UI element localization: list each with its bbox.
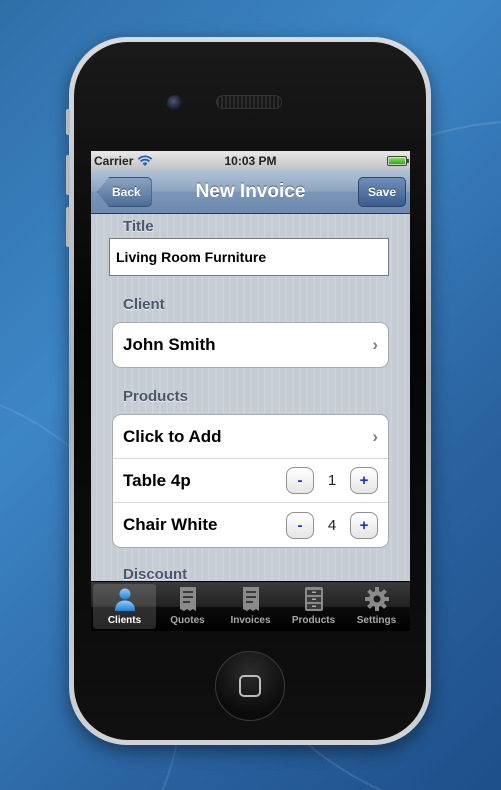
add-product-cell[interactable]: Click to Add › [113,415,388,459]
client-name: John Smith [123,335,216,354]
battery-fill [389,157,405,164]
battery-icon [387,155,409,166]
tab-invoices[interactable]: Invoices [219,584,282,629]
carrier-label: Carrier [94,153,134,168]
title-input[interactable] [109,238,389,276]
gear-icon [362,585,392,613]
cabinet-icon [299,585,329,613]
tab-clients[interactable]: Clients [93,584,156,629]
tab-quotes[interactable]: Quotes [156,584,219,629]
home-button[interactable] [215,651,285,721]
tab-label: Settings [356,615,397,626]
front-camera [167,95,183,111]
wifi-icon [137,154,153,167]
tab-label: Clients [107,615,142,626]
add-product-label: Click to Add [123,426,222,446]
status-bar: Carrier 10:03 PM [91,151,410,170]
mute-switch [66,109,70,135]
earpiece-speaker [216,95,282,109]
back-button[interactable]: Back [97,177,152,207]
chevron-right-icon: › [372,426,378,446]
person-icon [110,585,140,613]
chevron-right-icon: › [372,335,378,354]
increment-button[interactable]: + [350,467,378,494]
home-square-icon [239,675,261,697]
tab-label: Quotes [170,615,205,626]
receipt-icon [236,585,266,613]
volume-up-button [66,155,70,195]
client-cell[interactable]: John Smith › [113,323,388,367]
volume-down-button [66,207,70,247]
page-title: New Invoice [195,180,306,202]
tab-label: Products [291,615,336,626]
invoice-form[interactable]: Title Client John Smith › Products Click… [91,214,410,581]
save-button[interactable]: Save [358,177,406,207]
product-row: Table 4p - 1 + [113,459,388,503]
quantity-value: 4 [327,516,337,534]
products-section-label: Products [123,388,189,405]
phone-screen: Carrier 10:03 PM Back New Invoice Save T… [91,151,410,631]
quantity-stepper: - 1 + [286,467,378,494]
increment-button[interactable]: + [350,511,378,539]
tab-bar: Clients Quotes Invoices Products Setting… [91,582,410,631]
quantity-stepper: - 4 + [286,511,378,539]
client-group: John Smith › [112,322,389,368]
client-section-label: Client [123,296,165,313]
title-section-label: Title [123,218,154,235]
product-name: Table 4p [123,470,191,490]
receipt-icon [173,585,203,613]
quantity-value: 1 [327,472,337,489]
tab-settings[interactable]: Settings [345,584,408,629]
status-left: Carrier [94,154,153,168]
product-row: Chair White - 4 + [113,503,388,547]
products-group: Click to Add › Table 4p - 1 + Chair Whit… [112,414,389,548]
product-name: Chair White [123,515,218,534]
decrement-button[interactable]: - [286,511,314,539]
discount-section-label: Discount [123,566,188,581]
tab-products[interactable]: Products [282,584,345,629]
navigation-bar: Back New Invoice Save [91,170,410,214]
tab-label: Invoices [230,615,271,626]
decrement-button[interactable]: - [286,467,314,494]
